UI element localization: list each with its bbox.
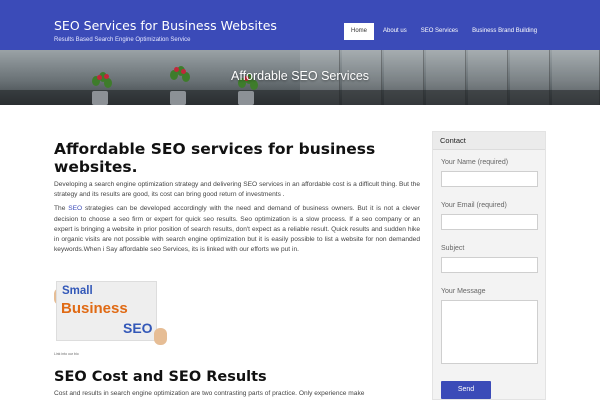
paragraph-text: The bbox=[54, 205, 69, 213]
subject-field[interactable] bbox=[441, 257, 538, 273]
article-title: Affordable SEO services for business web… bbox=[54, 140, 376, 176]
page-banner: Affordable SEO Services bbox=[0, 50, 600, 105]
email-field[interactable] bbox=[441, 214, 538, 230]
message-label: Your Message bbox=[441, 288, 486, 295]
nav-item-home[interactable]: Home bbox=[344, 23, 375, 40]
site-tagline: Results Based Search Engine Optimization… bbox=[54, 37, 191, 43]
section-paragraph: Cost and results in search engine optimi… bbox=[54, 390, 365, 397]
name-label: Your Name (required) bbox=[441, 159, 509, 166]
main-nav: Home About us SEO Services Business Bran… bbox=[344, 23, 544, 40]
paragraph-text: strategies can be developed accordingly … bbox=[54, 205, 420, 254]
banner-title: Affordable SEO Services bbox=[230, 69, 370, 83]
nav-item-business-brand-building[interactable]: Business Brand Building bbox=[465, 23, 544, 40]
main-article: Affordable SEO services for business web… bbox=[54, 140, 420, 397]
promo-word: SEO bbox=[123, 320, 153, 336]
site-header: SEO Services for Business Websites Resul… bbox=[0, 0, 600, 50]
contact-widget: Contact Your Name (required) Your Email … bbox=[432, 131, 546, 400]
promo-word: Business bbox=[61, 300, 128, 317]
subject-label: Subject bbox=[441, 245, 465, 252]
hand-graphic bbox=[154, 328, 167, 345]
email-label: Your Email (required) bbox=[441, 202, 507, 209]
article-paragraph: Developing a search engine optimization … bbox=[54, 181, 420, 199]
promo-word: Small bbox=[62, 285, 93, 297]
image-caption: Link into our bio bbox=[54, 352, 79, 356]
send-button[interactable]: Send bbox=[441, 381, 491, 399]
article-paragraph: The SEO strategies can be developed acco… bbox=[54, 204, 420, 255]
site-title[interactable]: SEO Services for Business Websites bbox=[54, 18, 277, 33]
promo-card: Small Business SEO bbox=[56, 281, 157, 341]
widget-title: Contact bbox=[433, 132, 545, 150]
nav-item-about-us[interactable]: About us bbox=[376, 23, 414, 40]
seo-link[interactable]: SEO bbox=[68, 205, 82, 212]
banner-floor bbox=[0, 90, 600, 105]
small-business-seo-image: Small Business SEO bbox=[54, 278, 172, 350]
section-title: SEO Cost and SEO Results bbox=[54, 369, 267, 385]
message-field[interactable] bbox=[441, 300, 538, 364]
nav-item-seo-services[interactable]: SEO Services bbox=[414, 23, 465, 40]
name-field[interactable] bbox=[441, 171, 538, 187]
